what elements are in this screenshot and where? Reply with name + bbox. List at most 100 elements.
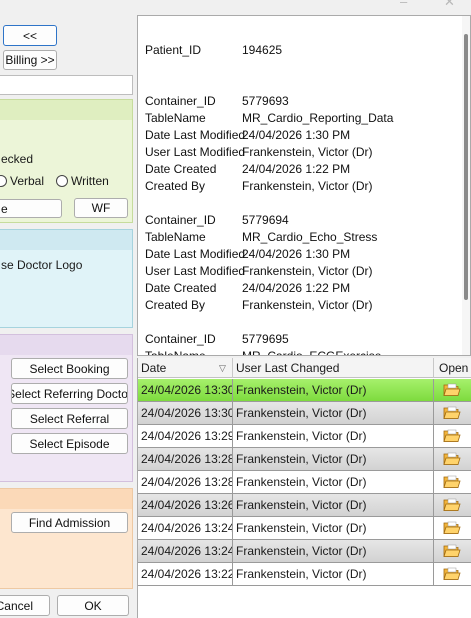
open-cell[interactable] [434,402,471,424]
date-cell: 24/04/2026 13:29 [138,425,233,447]
left-field[interactable] [0,75,133,95]
open-cell[interactable] [434,471,471,493]
open-folder-icon[interactable] [443,475,461,489]
table-row[interactable]: 24/04/2026 13:26 Frankenstein, Victor (Dr… [138,494,471,517]
user-cell: Frankenstein, Victor (Dr) [233,402,434,424]
detail-field-row-key: User Last Modified [145,264,246,278]
table-row[interactable]: 24/04/2026 13:24 Frankenstein, Victor (Dr… [138,517,471,540]
column-date-label: Date [141,361,167,375]
find-admission-button[interactable]: Find Admission [11,512,128,533]
open-folder-icon[interactable] [443,429,461,443]
open-folder-icon[interactable] [443,498,461,512]
open-cell[interactable] [434,379,471,401]
user-cell: Frankenstein, Victor (Dr) [233,425,434,447]
date-cell: 24/04/2026 13:30 [138,402,233,424]
detail-field-row: Date Created 24/04/2026 1:22 PM [145,161,350,178]
open-cell[interactable] [434,563,471,585]
detail-field-row: Container_ID 5779695 [145,331,289,348]
admission-panel-header [0,489,132,509]
detail-field-row-key: User Last Modified [145,145,246,159]
detail-field-row-key: Date Last Modified [145,247,246,261]
column-user-last-changed[interactable]: User Last Changed [233,358,434,378]
table-row[interactable]: 24/04/2026 13:22 Frankenstein, Victor (Dr… [138,563,471,586]
column-open[interactable]: Open [434,358,471,378]
detail-field-row-value: Frankenstein, Victor (Dr) [242,264,373,278]
detail-field-row-key: Created By [145,179,206,193]
detail-field-row-key: TableName [145,230,206,244]
open-cell[interactable] [434,448,471,470]
ok-button[interactable]: OK [57,595,129,616]
consent-panel-header [0,100,132,120]
detail-field-row-value: 5779695 [242,332,289,346]
table-row[interactable]: 24/04/2026 13:28 Frankenstein, Victor (Dr… [138,448,471,471]
detail-field-row: Date Last Modified24/04/2026 1:30 PM [145,246,350,263]
detail-field-row-key: Container_ID [145,213,216,227]
open-folder-icon[interactable] [443,567,461,581]
detail-field-row-value: MR_Cardio_Echo_Stress [242,230,378,244]
admission-panel [0,488,133,589]
user-cell: Frankenstein, Victor (Dr) [233,563,434,585]
detail-field-row: Date Last Modified24/04/2026 1:30 PM [145,127,350,144]
select-referring-doctor-button[interactable]: Select Referring Doctor [11,383,128,404]
detail-field-row-key: Date Last Modified [145,128,246,142]
written-radio[interactable]: Written [56,174,109,188]
detail-field-row-value: Frankenstein, Victor (Dr) [242,145,373,159]
detail-field-row-key: TableName [145,111,206,125]
open-folder-icon[interactable] [443,452,461,466]
open-cell[interactable] [434,494,471,516]
table-row[interactable]: 24/04/2026 13:30 Frankenstein, Victor (Dr… [138,379,471,402]
open-folder-icon[interactable] [443,544,461,558]
table-row[interactable]: 24/04/2026 13:30 Frankenstein, Victor (Dr… [138,402,471,425]
select-referral-button[interactable]: Select Referral [11,408,128,429]
detail-field-row-key: TableName [145,349,206,356]
grid-header: Date ▽ User Last Changed Open [138,358,471,378]
open-cell[interactable] [434,540,471,562]
billing-button[interactable]: Billing >> [3,50,57,70]
select-booking-button[interactable]: Select Booking [11,358,128,379]
table-row[interactable]: 24/04/2026 13:29 Frankenstein, Victor (Dr… [138,425,471,448]
verbal-radio[interactable]: Verbal [0,174,44,188]
open-folder-icon[interactable] [443,406,461,420]
detail-field-row-value: MR_Cardio_Reporting_Data [242,111,394,125]
date-cell: 24/04/2026 13:28 [138,471,233,493]
logo-panel: se Doctor Logo [0,229,133,328]
history-grid: Date ▽ User Last Changed Open 24/04/2026… [137,358,471,618]
detail-field-row-value: 24/04/2026 1:22 PM [242,281,351,295]
detail-scrollbar-thumb[interactable] [464,34,468,300]
date-cell: 24/04/2026 13:24 [138,540,233,562]
consent-left-button[interactable]: e [0,199,62,218]
open-folder-icon[interactable] [443,383,461,397]
date-cell: 24/04/2026 13:26 [138,494,233,516]
table-row[interactable]: 24/04/2026 13:24 Frankenstein, Victor (Dr… [138,540,471,563]
open-cell[interactable] [434,425,471,447]
close-icon[interactable]: ✕ [444,0,455,10]
cancel-button[interactable]: Cancel [0,595,50,616]
table-row[interactable]: 24/04/2026 13:28 Frankenstein, Victor (Dr… [138,471,471,494]
column-date[interactable]: Date ▽ [138,358,233,378]
consent-checked-label: ecked [1,152,34,166]
select-episode-button[interactable]: Select Episode [11,433,128,454]
patient-id-row-value: 194625 [242,43,283,57]
date-cell: 24/04/2026 13:22 [138,563,233,585]
written-radio-icon [56,175,68,187]
detail-field-row: Created By Frankenstein, Victor (Dr) [145,297,372,314]
open-cell[interactable] [434,517,471,539]
detail-field-row: TableName MR_Cardio_Reporting_Data [145,110,393,127]
detail-field-row-value: 24/04/2026 1:30 PM [242,128,351,142]
date-cell: 24/04/2026 13:30 [138,379,233,401]
user-cell: Frankenstein, Victor (Dr) [233,540,434,562]
detail-field-row-key: Date Created [145,162,217,176]
open-folder-icon[interactable] [443,521,461,535]
user-cell: Frankenstein, Victor (Dr) [233,471,434,493]
minimize-icon[interactable]: – [400,0,407,9]
container-detail-pane[interactable]: Patient_ID 194625 Container_ID 5779693 Table… [137,15,471,356]
doctor-logo-label: se Doctor Logo [1,258,83,272]
back-button[interactable]: << [3,25,57,46]
wf-button[interactable]: WF [74,198,128,218]
logo-panel-header [0,230,132,250]
detail-field-row-key: Container_ID [145,332,216,346]
detail-field-row-key: Created By [145,298,206,312]
detail-field-row-value: 24/04/2026 1:30 PM [242,247,351,261]
detail-field-row-value: Frankenstein, Victor (Dr) [242,179,373,193]
detail-scrollbar[interactable] [462,16,470,355]
